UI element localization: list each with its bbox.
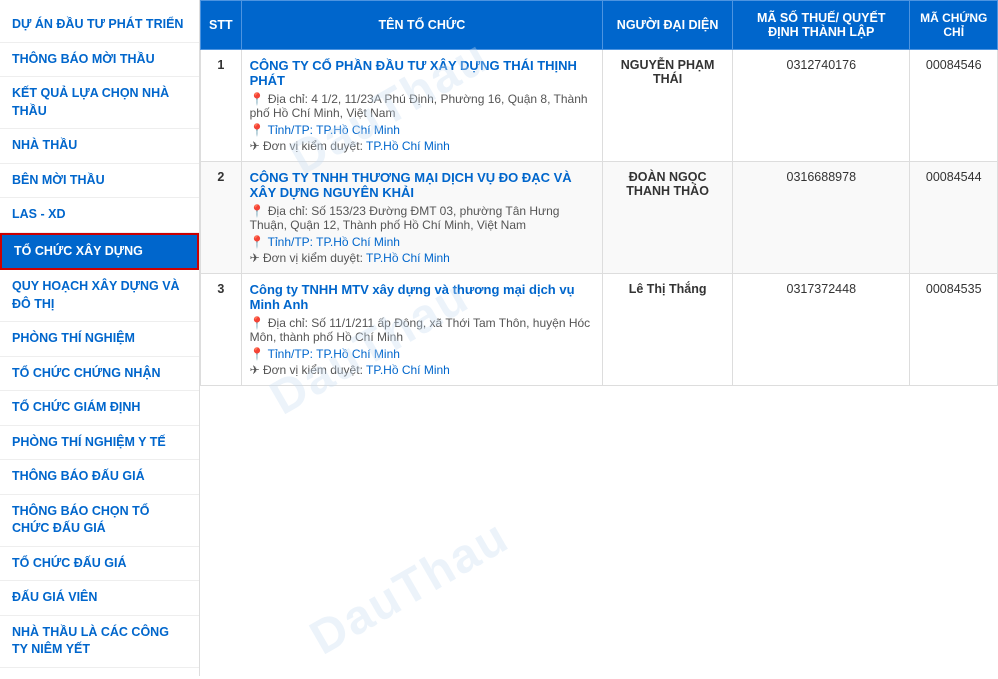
col-header-nguoi-dai-dien: NGƯỜI ĐẠI DIỆN: [603, 1, 733, 50]
sidebar-item-thongbaodaugia[interactable]: THÔNG BÁO ĐẤU GIÁ: [0, 460, 199, 495]
sidebar-item-quyhoach[interactable]: QUY HOẠCH XÂY DỰNG VÀ ĐÔ THỊ: [0, 270, 199, 322]
cell-tax-0: 0312740176: [733, 50, 910, 162]
org-name-1[interactable]: CÔNG TY TNHH THƯƠNG MẠI DỊCH VỤ ĐO ĐẠC V…: [250, 170, 595, 200]
main-content: DauThau DauThau DauThau STT TÊN TỔ CHỨC …: [200, 0, 998, 676]
col-header-ma-so-thue: MÃ SỐ THUẾ/ QUYẾT ĐỊNH THÀNH LẬP: [733, 1, 910, 50]
cell-rep-0: NGUYỄN PHẠM THÁI: [603, 50, 733, 162]
sidebar-item-thongbaochon[interactable]: THÔNG BÁO CHỌN TỔ CHỨC ĐẤU GIÁ: [0, 495, 199, 547]
org-name-0[interactable]: CÔNG TY CỔ PHẦN ĐẦU TƯ XÂY DỰNG THÁI THỊ…: [250, 58, 595, 88]
sidebar-item-tochucxaydung[interactable]: TỔ CHỨC XÂY DỰNG: [0, 233, 199, 271]
sidebar-item-benmoithau[interactable]: BÊN MỜI THẦU: [0, 164, 199, 199]
watermark-3: DauThau: [301, 509, 518, 666]
org-address-1: 📍 Địa chỉ: Số 153/23 Đường ĐMT 03, phườn…: [250, 204, 595, 232]
sidebar-item-tochucĐaugia[interactable]: TỔ CHỨC ĐẤU GIÁ: [0, 547, 199, 582]
cell-stt-1: 2: [201, 162, 242, 274]
sidebar-item-daugiaviên[interactable]: ĐẤU GIÁ VIÊN: [0, 581, 199, 616]
org-city-1: 📍 Tỉnh/TP: TP.Hồ Chí Minh: [250, 235, 595, 249]
org-address-0: 📍 Địa chỉ: 4 1/2, 11/23A Phú Định, Phườn…: [250, 92, 595, 120]
cell-org-1: CÔNG TY TNHH THƯƠNG MẠI DỊCH VỤ ĐO ĐẠC V…: [241, 162, 603, 274]
sidebar-item-nhathau[interactable]: NHÀ THẦU: [0, 129, 199, 164]
table-row: 3 Công ty TNHH MTV xây dựng và thương mại…: [201, 274, 998, 386]
organizations-table: STT TÊN TỔ CHỨC NGƯỜI ĐẠI DIỆN MÃ SỐ THU…: [200, 0, 998, 386]
sidebar-item-ketqua[interactable]: KẾT QUẢ LỰA CHỌN NHÀ THẦU: [0, 77, 199, 129]
org-city-0: 📍 Tỉnh/TP: TP.Hồ Chí Minh: [250, 123, 595, 137]
org-name-2[interactable]: Công ty TNHH MTV xây dựng và thương mại …: [250, 282, 595, 312]
sidebar-item-lasxd[interactable]: LAS - XD: [0, 198, 199, 233]
cell-tax-1: 0316688978: [733, 162, 910, 274]
org-city-2: 📍 Tỉnh/TP: TP.Hồ Chí Minh: [250, 347, 595, 361]
cell-tax-2: 0317372448: [733, 274, 910, 386]
col-header-stt: STT: [201, 1, 242, 50]
sidebar-item-nhathaulacac[interactable]: NHÀ THẦU LÀ CÁC CÔNG TY NIÊM YẾT: [0, 616, 199, 668]
cell-org-2: Công ty TNHH MTV xây dựng và thương mại …: [241, 274, 603, 386]
col-header-ten-to-chuc: TÊN TỔ CHỨC: [241, 1, 603, 50]
cell-stt-0: 1: [201, 50, 242, 162]
org-approve-2: ✈ Đơn vị kiểm duyệt: TP.Hồ Chí Minh: [250, 363, 595, 377]
col-header-ma-chung-chi: MÃ CHỨNG CHỈ: [910, 1, 998, 50]
cell-cert-2: 00084535: [910, 274, 998, 386]
cell-org-0: CÔNG TY CỔ PHẦN ĐẦU TƯ XÂY DỰNG THÁI THỊ…: [241, 50, 603, 162]
cell-rep-2: Lê Thị Thắng: [603, 274, 733, 386]
cell-stt-2: 3: [201, 274, 242, 386]
org-address-2: 📍 Địa chỉ: Số 11/1/211 ấp Đông, xã Thới …: [250, 316, 595, 344]
sidebar-item-tochuchangnhan[interactable]: TỔ CHỨC CHỨNG NHẬN: [0, 357, 199, 392]
sidebar-item-duan[interactable]: DỰ ÁN ĐẦU TƯ PHÁT TRIỂN: [0, 8, 199, 43]
cell-cert-1: 00084544: [910, 162, 998, 274]
table-row: 2 CÔNG TY TNHH THƯƠNG MẠI DỊCH VỤ ĐO ĐẠC …: [201, 162, 998, 274]
sidebar-item-tochuchangiamdinh[interactable]: TỔ CHỨC GIÁM ĐỊNH: [0, 391, 199, 426]
sidebar-item-phongthi[interactable]: PHÒNG THÍ NGHIỆM: [0, 322, 199, 357]
sidebar: DỰ ÁN ĐẦU TƯ PHÁT TRIỂNTHÔNG BÁO MỜI THẦ…: [0, 0, 200, 676]
org-approve-1: ✈ Đơn vị kiểm duyệt: TP.Hồ Chí Minh: [250, 251, 595, 265]
sidebar-item-thongbaomoi[interactable]: THÔNG BÁO MỜI THẦU: [0, 43, 199, 78]
cell-cert-0: 00084546: [910, 50, 998, 162]
table-row: 1 CÔNG TY CỔ PHẦN ĐẦU TƯ XÂY DỰNG THÁI TH…: [201, 50, 998, 162]
cell-rep-1: ĐOÀN NGỌC THANH THẢO: [603, 162, 733, 274]
org-approve-0: ✈ Đơn vị kiểm duyệt: TP.Hồ Chí Minh: [250, 139, 595, 153]
sidebar-item-phongthinghiemyte[interactable]: PHÒNG THÍ NGHIỆM Y TẾ: [0, 426, 199, 461]
